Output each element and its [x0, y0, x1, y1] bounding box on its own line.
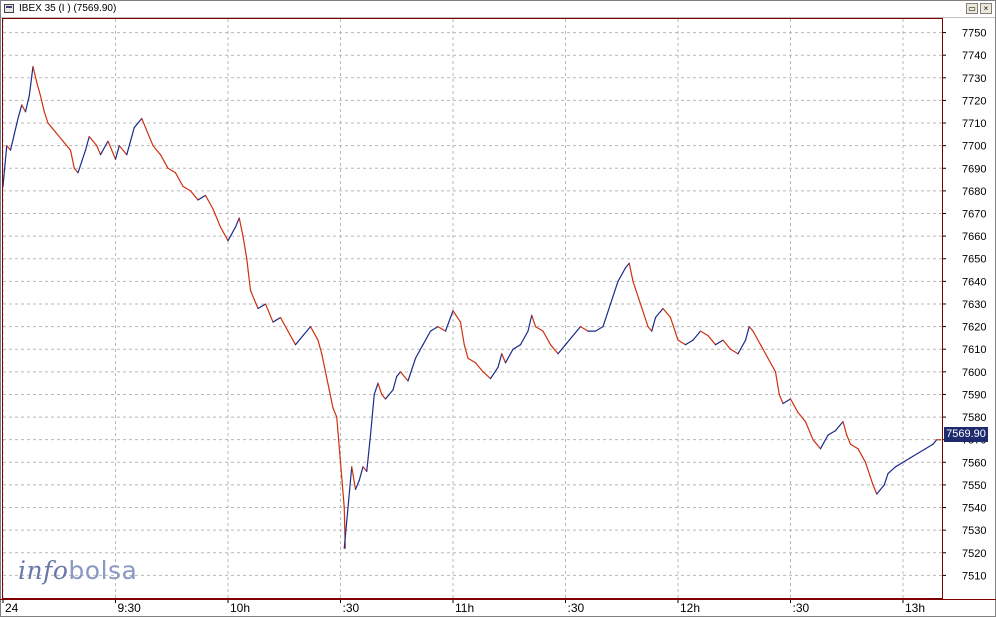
y-tick-label: 7660 — [962, 231, 986, 243]
y-tick-label: 7710 — [962, 118, 986, 130]
x-tick-label: 9:30 — [118, 601, 142, 615]
y-tick-label: 7600 — [962, 367, 986, 379]
y-tick-label: 7580 — [962, 412, 986, 424]
logo-part-info: info — [18, 556, 69, 585]
y-tick-label: 7530 — [962, 525, 986, 537]
y-tick-label: 7590 — [962, 389, 986, 401]
x-tick-label: 12h — [680, 601, 700, 615]
y-tick-label: 7640 — [962, 276, 986, 288]
x-tick-label: :30 — [793, 601, 810, 615]
x-tick-label: 13h — [905, 601, 925, 615]
x-tick-label: 11h — [455, 601, 474, 615]
y-tick-label: 7610 — [962, 344, 986, 356]
x-tick-label: :30 — [568, 601, 585, 615]
x-tick-label: :30 — [343, 601, 360, 615]
y-tick-label: 7630 — [962, 299, 986, 311]
y-tick-label: 7720 — [962, 95, 986, 107]
y-tick-label: 7690 — [962, 163, 986, 175]
y-tick-label: 7540 — [962, 503, 986, 515]
plot-frame — [2, 18, 943, 599]
y-tick-label: 7520 — [962, 548, 986, 560]
last-price-tag: 7569.90 — [944, 427, 988, 442]
y-tick-label: 7680 — [962, 186, 986, 198]
y-tick-label: 7730 — [962, 73, 986, 85]
y-tick-label: 7740 — [962, 50, 986, 62]
y-tick-label: 7620 — [962, 322, 986, 334]
y-tick-label: 7550 — [962, 480, 986, 492]
y-tick-label: 7560 — [962, 457, 986, 469]
y-tick-label: 7670 — [962, 209, 986, 221]
y-tick-label: 7510 — [962, 570, 986, 582]
y-tick-label: 7700 — [962, 141, 986, 153]
infobolsa-logo: infobolsa — [18, 556, 137, 585]
x-tick-label: 24 — [5, 601, 19, 615]
logo-part-bolsa: bolsa — [68, 556, 138, 585]
y-tick-label: 7750 — [962, 28, 986, 40]
x-tick-label: 10h — [230, 601, 250, 615]
y-tick-label: 7650 — [962, 254, 986, 266]
